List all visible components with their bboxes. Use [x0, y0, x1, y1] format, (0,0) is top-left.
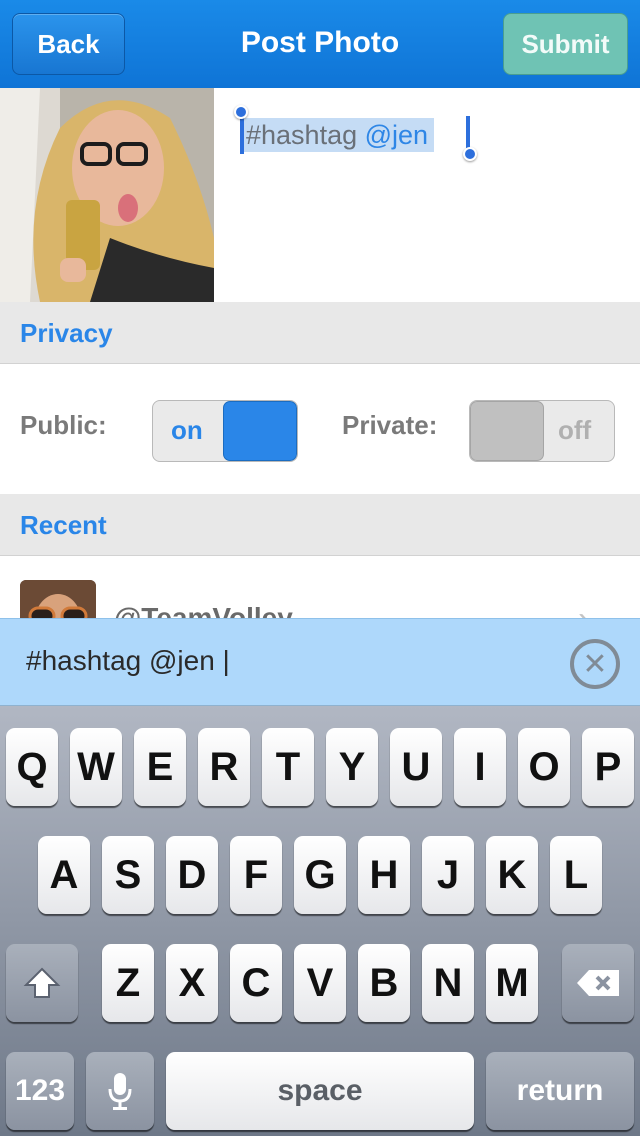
back-button[interactable]: Back: [12, 13, 125, 75]
recent-item-name: @TeamVolley: [114, 602, 293, 618]
numbers-key[interactable]: 123: [6, 1052, 74, 1130]
return-key[interactable]: return: [486, 1052, 634, 1130]
private-toggle-knob: [470, 401, 544, 461]
dictation-key[interactable]: [86, 1052, 154, 1130]
key-z[interactable]: Z: [102, 944, 154, 1022]
public-toggle-state: on: [171, 415, 203, 445]
selection-end-handle[interactable]: [463, 147, 477, 161]
key-w[interactable]: W: [70, 728, 122, 806]
photo-image: [0, 88, 214, 302]
key-t[interactable]: T: [262, 728, 314, 806]
key-b[interactable]: B: [358, 944, 410, 1022]
list-item[interactable]: @TeamVolley ›: [0, 556, 640, 618]
key-v[interactable]: V: [294, 944, 346, 1022]
submit-button[interactable]: Submit: [503, 13, 628, 75]
keyboard: Q W E R T Y U I O P A S D F G H J K L Z X C V B N M 123 space return: [0, 706, 640, 1136]
privacy-section-header: Privacy: [0, 302, 640, 364]
public-toggle[interactable]: on: [152, 400, 298, 462]
key-m[interactable]: M: [486, 944, 538, 1022]
selection-start-bar: [240, 116, 244, 154]
backspace-icon: [577, 970, 619, 996]
chevron-right-icon: ›: [578, 600, 589, 618]
private-toggle[interactable]: off: [469, 400, 615, 462]
public-toggle-knob: [223, 401, 297, 461]
space-key[interactable]: space: [166, 1052, 474, 1130]
privacy-header-label: Privacy: [20, 318, 113, 348]
caption-mention: @jen: [364, 120, 429, 150]
key-s[interactable]: S: [102, 836, 154, 914]
key-o[interactable]: O: [518, 728, 570, 806]
recent-section-header: Recent: [0, 494, 640, 556]
public-label: Public:: [20, 410, 107, 440]
key-g[interactable]: G: [294, 836, 346, 914]
selection-start-handle[interactable]: [234, 105, 248, 119]
input-bar: #hashtag @jen | ✕: [0, 618, 640, 706]
key-c[interactable]: C: [230, 944, 282, 1022]
key-n[interactable]: N: [422, 944, 474, 1022]
key-u[interactable]: U: [390, 728, 442, 806]
backspace-key[interactable]: [562, 944, 634, 1022]
key-r[interactable]: R: [198, 728, 250, 806]
key-h[interactable]: H: [358, 836, 410, 914]
avatar: [20, 580, 96, 618]
shift-key[interactable]: [6, 944, 78, 1022]
key-y[interactable]: Y: [326, 728, 378, 806]
key-j[interactable]: J: [422, 836, 474, 914]
key-x[interactable]: X: [166, 944, 218, 1022]
key-i[interactable]: I: [454, 728, 506, 806]
key-p[interactable]: P: [582, 728, 634, 806]
key-e[interactable]: E: [134, 728, 186, 806]
key-k[interactable]: K: [486, 836, 538, 914]
key-q[interactable]: Q: [6, 728, 58, 806]
key-l[interactable]: L: [550, 836, 602, 914]
nav-bar: Back Post Photo Submit: [0, 0, 640, 88]
clear-icon[interactable]: ✕: [570, 639, 620, 689]
key-f[interactable]: F: [230, 836, 282, 914]
shift-icon: [23, 967, 61, 998]
private-toggle-state: off: [558, 415, 592, 445]
caption-input[interactable]: #hashtag @jen |: [26, 645, 230, 677]
key-a[interactable]: A: [38, 836, 90, 914]
photo-thumbnail[interactable]: [0, 88, 214, 302]
caption-hashtag: #hashtag: [246, 120, 358, 150]
recent-header-label: Recent: [20, 510, 107, 540]
key-d[interactable]: D: [166, 836, 218, 914]
private-label: Private:: [342, 410, 438, 440]
caption-selected-text[interactable]: #hashtag @jen: [240, 118, 435, 152]
microphone-icon: [108, 1073, 132, 1110]
page-title: Post Photo: [240, 26, 400, 59]
